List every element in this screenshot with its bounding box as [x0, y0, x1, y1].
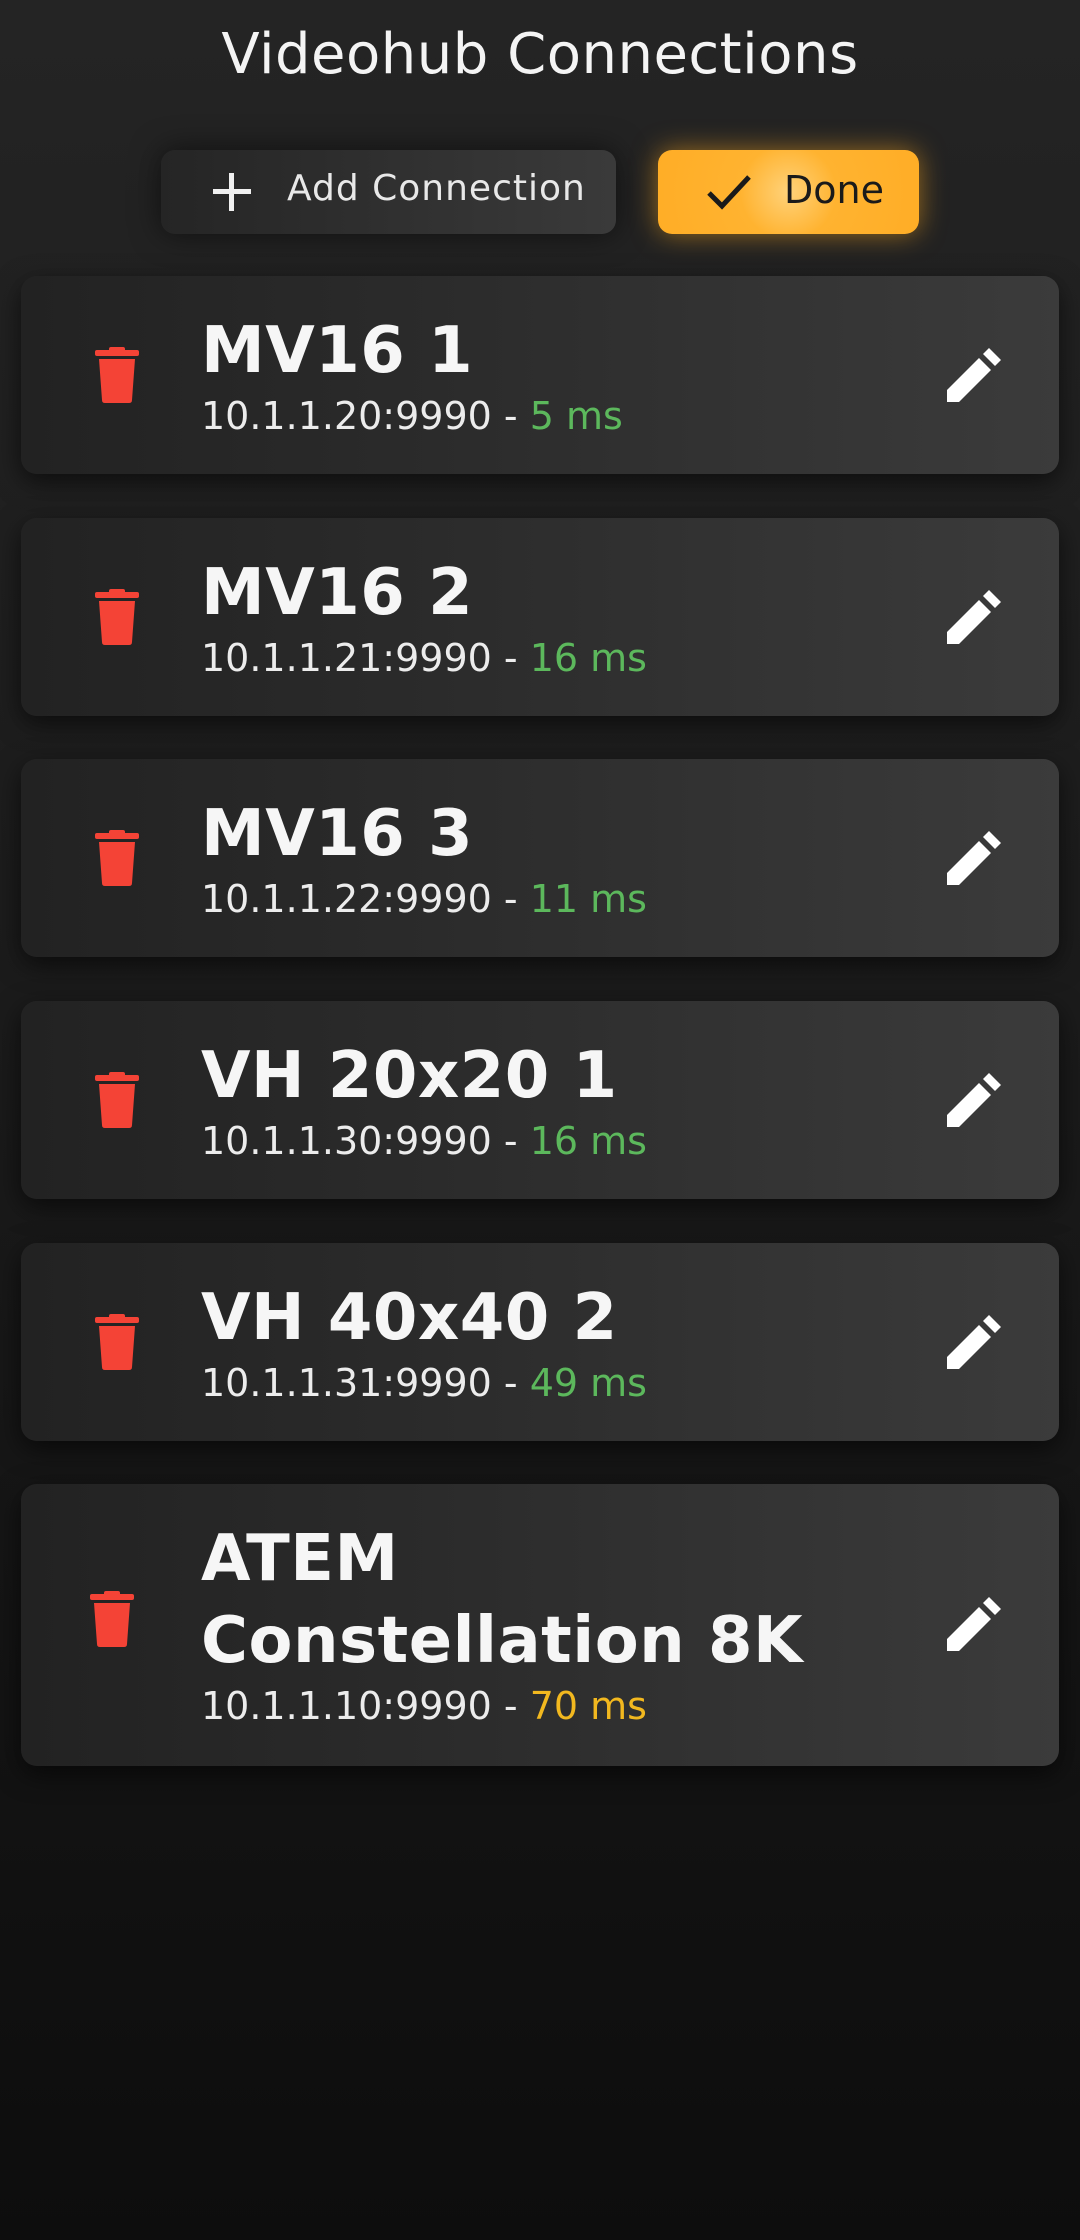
- connection-card: MV16 1 10.1.1.20:9990 - 5 ms: [21, 276, 1059, 474]
- check-icon: [707, 175, 751, 210]
- trash-icon[interactable]: [90, 1591, 134, 1647]
- pencil-icon[interactable]: [947, 1597, 1001, 1651]
- connection-card: VH 20x20 1 10.1.1.30:9990 - 16 ms: [21, 1001, 1059, 1199]
- connection-latency: 5 ms: [529, 394, 623, 438]
- connection-meta: 10.1.1.20:9990 - 5 ms: [201, 394, 623, 438]
- plus-icon: [213, 173, 251, 211]
- connection-name: ATEM Constellation 8K: [201, 1522, 804, 1678]
- connection-latency: 11 ms: [529, 877, 647, 921]
- connection-name: VH 20x20 1: [201, 1039, 618, 1113]
- connection-name: MV16 3: [201, 797, 474, 871]
- connection-address: 10.1.1.21:9990: [201, 636, 492, 680]
- trash-icon[interactable]: [95, 1314, 139, 1370]
- trash-icon[interactable]: [95, 1072, 139, 1128]
- connection-latency: 16 ms: [529, 1119, 647, 1163]
- connection-latency: 16 ms: [529, 636, 647, 680]
- trash-icon[interactable]: [95, 347, 139, 403]
- done-label: Done: [784, 168, 884, 212]
- meta-separator: -: [491, 394, 530, 438]
- add-connection-label: Add Connection: [287, 168, 586, 209]
- connection-name: MV16 2: [201, 556, 474, 630]
- trash-icon[interactable]: [95, 830, 139, 886]
- trash-icon[interactable]: [95, 589, 139, 645]
- page-title: Videohub Connections: [221, 22, 859, 87]
- pencil-icon[interactable]: [947, 1315, 1001, 1369]
- toolbar: Add Connection Done: [0, 150, 1080, 234]
- connection-meta: 10.1.1.31:9990 - 49 ms: [201, 1361, 647, 1405]
- pencil-icon[interactable]: [947, 831, 1001, 885]
- connection-card: MV16 3 10.1.1.22:9990 - 11 ms: [21, 759, 1059, 957]
- connection-latency: 49 ms: [529, 1361, 647, 1405]
- pencil-icon[interactable]: [947, 348, 1001, 402]
- meta-separator: -: [491, 636, 530, 680]
- pencil-icon[interactable]: [947, 590, 1001, 644]
- add-connection-button[interactable]: Add Connection: [161, 150, 616, 234]
- meta-separator: -: [491, 877, 530, 921]
- connection-card: MV16 2 10.1.1.21:9990 - 16 ms: [21, 518, 1059, 716]
- connection-meta: 10.1.1.21:9990 - 16 ms: [201, 636, 647, 680]
- meta-separator: -: [491, 1684, 530, 1728]
- connection-meta: 10.1.1.10:9990 - 70 ms: [201, 1684, 647, 1728]
- connection-meta: 10.1.1.22:9990 - 11 ms: [201, 877, 647, 921]
- connection-name: MV16 1: [201, 314, 474, 388]
- connection-address: 10.1.1.10:9990: [201, 1684, 492, 1728]
- pencil-icon[interactable]: [947, 1073, 1001, 1127]
- connection-name: VH 40x40 2: [201, 1281, 618, 1355]
- connection-card: ATEM Constellation 8K 10.1.1.10:9990 - 7…: [21, 1484, 1059, 1766]
- connection-address: 10.1.1.31:9990: [201, 1361, 492, 1405]
- connection-address: 10.1.1.20:9990: [201, 394, 492, 438]
- meta-separator: -: [491, 1361, 530, 1405]
- connection-latency: 70 ms: [529, 1684, 647, 1728]
- done-button[interactable]: Done: [658, 150, 919, 234]
- connection-address: 10.1.1.30:9990: [201, 1119, 492, 1163]
- connection-card: VH 40x40 2 10.1.1.31:9990 - 49 ms: [21, 1243, 1059, 1441]
- connection-meta: 10.1.1.30:9990 - 16 ms: [201, 1119, 647, 1163]
- connection-address: 10.1.1.22:9990: [201, 877, 492, 921]
- meta-separator: -: [491, 1119, 530, 1163]
